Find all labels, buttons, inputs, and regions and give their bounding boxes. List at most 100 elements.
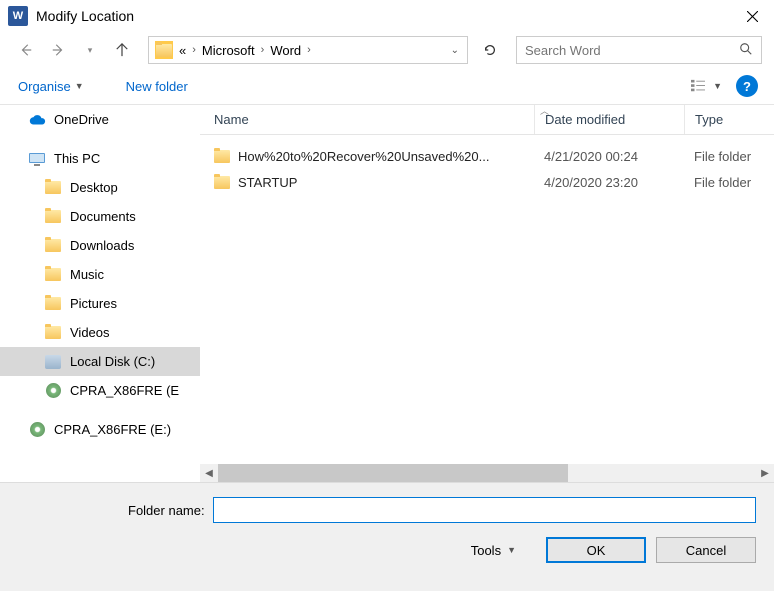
tree-label: Documents: [70, 209, 136, 224]
tree-item-documents[interactable]: Documents: [0, 202, 200, 231]
arrow-right-icon: [51, 43, 65, 57]
close-button[interactable]: [732, 1, 772, 31]
breadcrumb[interactable]: « › Microsoft › Word › ⌄: [148, 36, 468, 64]
tree-label: CPRA_X86FRE (E: [70, 383, 179, 398]
tree-label: Pictures: [70, 296, 117, 311]
file-name: How%20to%20Recover%20Unsaved%20...: [238, 149, 534, 164]
arrow-left-icon: [19, 43, 33, 57]
view-options-button[interactable]: ▼: [689, 79, 722, 93]
folder-name-label: Folder name:: [128, 503, 205, 518]
button-row: Tools ▼ OK Cancel: [18, 537, 756, 563]
tree-item-downloads[interactable]: Downloads: [0, 231, 200, 260]
recent-dropdown[interactable]: ▾: [76, 36, 104, 64]
forward-button[interactable]: [44, 36, 72, 64]
dvd-icon: [44, 383, 62, 399]
chevron-right-icon: ›: [188, 44, 200, 56]
search-input[interactable]: [525, 43, 739, 58]
organise-menu[interactable]: Organise ▼: [16, 75, 86, 98]
dialog-title: Modify Location: [36, 8, 732, 24]
folder-name-input[interactable]: [213, 497, 756, 523]
command-bar: Organise ▼ New folder ▼ ?: [0, 68, 774, 104]
tree-item-thispc[interactable]: This PC: [0, 144, 200, 173]
scroll-thumb[interactable]: [218, 464, 568, 482]
column-header-type[interactable]: Type: [684, 105, 774, 134]
column-headers: ︿ Name Date modified Type: [200, 105, 774, 135]
sort-indicator-icon: ︿: [540, 104, 549, 117]
cloud-icon: [28, 112, 46, 128]
title-bar: W Modify Location: [0, 0, 774, 32]
breadcrumb-dropdown[interactable]: ⌄: [445, 45, 465, 56]
file-date: 4/20/2020 23:20: [534, 175, 684, 190]
file-row[interactable]: How%20to%20Recover%20Unsaved%20... 4/21/…: [200, 143, 774, 169]
folder-icon: [44, 267, 62, 283]
new-folder-button[interactable]: New folder: [126, 79, 188, 94]
navigation-bar: ▾ « › Microsoft › Word › ⌄: [0, 32, 774, 68]
tree-label: Downloads: [70, 238, 134, 253]
column-header-name[interactable]: Name: [214, 112, 534, 127]
chevron-right-icon: ›: [303, 44, 315, 56]
folder-icon: [44, 296, 62, 312]
scroll-track[interactable]: [218, 464, 756, 482]
up-button[interactable]: [108, 36, 136, 64]
scroll-left-icon[interactable]: ◀: [200, 464, 218, 482]
scroll-right-icon[interactable]: ▶: [756, 464, 774, 482]
cancel-button[interactable]: Cancel: [656, 537, 756, 563]
breadcrumb-item[interactable]: Microsoft: [200, 43, 257, 58]
breadcrumb-item[interactable]: Word: [268, 43, 303, 58]
tree-item-videos[interactable]: Videos: [0, 318, 200, 347]
tree-item-dvd[interactable]: CPRA_X86FRE (E:): [0, 415, 200, 444]
tools-label: Tools: [471, 543, 501, 558]
tree-label: Music: [70, 267, 104, 282]
chevron-right-icon: ›: [257, 44, 269, 56]
tree-item-pictures[interactable]: Pictures: [0, 289, 200, 318]
arrow-up-icon: [115, 43, 129, 57]
tree-item-desktop[interactable]: Desktop: [0, 173, 200, 202]
file-type: File folder: [684, 175, 774, 190]
folder-icon: [44, 238, 62, 254]
file-date: 4/21/2020 00:24: [534, 149, 684, 164]
tree-item-localdisk[interactable]: Local Disk (C:): [0, 347, 200, 376]
refresh-button[interactable]: [476, 36, 504, 64]
tree-label: Desktop: [70, 180, 118, 195]
breadcrumb-root[interactable]: «: [177, 43, 188, 58]
horizontal-scrollbar[interactable]: ◀ ▶: [200, 464, 774, 482]
search-icon[interactable]: [739, 42, 753, 59]
file-rows: How%20to%20Recover%20Unsaved%20... 4/21/…: [200, 135, 774, 464]
folder-icon: [155, 41, 173, 59]
tree-label: Videos: [70, 325, 110, 340]
folder-icon: [44, 180, 62, 196]
folder-icon: [214, 176, 238, 189]
view-list-icon: [689, 79, 707, 93]
file-row[interactable]: STARTUP 4/20/2020 23:20 File folder: [200, 169, 774, 195]
close-icon: [747, 11, 758, 22]
caret-down-icon: ▼: [713, 81, 722, 91]
file-list: ︿ Name Date modified Type How%20to%20Rec…: [200, 105, 774, 482]
tools-menu[interactable]: Tools ▼: [471, 543, 516, 558]
tree-label: CPRA_X86FRE (E:): [54, 422, 171, 437]
caret-down-icon: ▼: [75, 81, 84, 91]
caret-down-icon: ▼: [507, 545, 516, 555]
ok-button[interactable]: OK: [546, 537, 646, 563]
tree-item-dvd[interactable]: CPRA_X86FRE (E: [0, 376, 200, 405]
search-box[interactable]: [516, 36, 762, 64]
tree-label: This PC: [54, 151, 100, 166]
back-button[interactable]: [12, 36, 40, 64]
word-app-icon: W: [8, 6, 28, 26]
organise-label: Organise: [18, 79, 71, 94]
tree-label: OneDrive: [54, 112, 109, 127]
dvd-icon: [28, 422, 46, 438]
folder-name-row: Folder name:: [128, 497, 756, 523]
folder-icon: [214, 150, 238, 163]
disk-icon: [44, 354, 62, 370]
folder-icon: [44, 209, 62, 225]
navigation-tree[interactable]: OneDrive This PC Desktop Documents Downl…: [0, 105, 200, 482]
tree-label: Local Disk (C:): [70, 354, 155, 369]
main-area: OneDrive This PC Desktop Documents Downl…: [0, 104, 774, 482]
tree-item-music[interactable]: Music: [0, 260, 200, 289]
computer-icon: [28, 151, 46, 167]
help-button[interactable]: ?: [736, 75, 758, 97]
file-type: File folder: [684, 149, 774, 164]
column-header-date[interactable]: Date modified: [534, 105, 684, 134]
tree-item-onedrive[interactable]: OneDrive: [0, 105, 200, 134]
bottom-panel: Folder name: Tools ▼ OK Cancel: [0, 482, 774, 591]
